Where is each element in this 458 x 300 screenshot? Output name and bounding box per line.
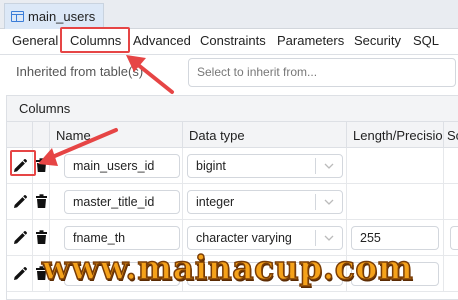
columns-tab-highlight: [60, 27, 130, 53]
inherit-label: Inherited from table(s): [16, 64, 144, 79]
header-length: Length/Precision: [347, 122, 444, 148]
header-delete-col: [33, 122, 50, 148]
header-data-type: Data type: [183, 122, 347, 148]
data-type-select[interactable]: bigint: [187, 154, 343, 178]
object-tab-label: main_users: [28, 9, 96, 24]
chevron-down-icon: [324, 163, 334, 169]
trash-icon[interactable]: [36, 194, 47, 208]
tab-sql[interactable]: SQL: [413, 33, 439, 48]
scale-input[interactable]: [450, 226, 458, 250]
chevron-down-icon: [324, 199, 334, 205]
length-cell[interactable]: [347, 184, 444, 220]
edit-icon[interactable]: [12, 230, 28, 246]
data-type-value: integer: [196, 195, 235, 209]
header-scale: Sc: [444, 122, 458, 148]
column-name-input[interactable]: main_users_id: [64, 154, 180, 178]
trash-icon[interactable]: [36, 158, 47, 172]
data-type-value: character varying: [196, 231, 292, 245]
tab-advanced[interactable]: Advanced: [133, 33, 191, 48]
data-type-select[interactable]: character varying: [187, 226, 343, 250]
data-type-select[interactable]: integer: [187, 190, 343, 214]
object-tab[interactable]: main_users: [4, 3, 105, 29]
table-row: master_title_id integer: [7, 184, 458, 220]
length-input[interactable]: 255: [351, 226, 439, 250]
table-icon: [11, 11, 24, 22]
header-name: Name: [50, 122, 183, 148]
length-cell[interactable]: [347, 148, 444, 184]
grid-title: Columns: [7, 96, 458, 122]
edit-icon[interactable]: [12, 266, 28, 282]
data-type-value: bigint: [196, 159, 226, 173]
chevron-down-icon: [324, 235, 334, 241]
column-name-input[interactable]: fname_th: [64, 226, 180, 250]
table-row: main_users_id bigint: [7, 148, 458, 184]
tab-constraints[interactable]: Constraints: [200, 33, 266, 48]
column-name-input[interactable]: master_title_id: [64, 190, 180, 214]
tab-general[interactable]: General: [12, 33, 58, 48]
trash-icon[interactable]: [36, 230, 47, 244]
edit-icon-highlight: [10, 150, 36, 176]
watermark: www.mainacup.com: [41, 247, 414, 288]
title-bar: main_users: [0, 0, 458, 29]
header-edit-col: [7, 122, 33, 148]
tab-parameters[interactable]: Parameters: [277, 33, 344, 48]
inherit-select[interactable]: Select to inherit from...: [188, 58, 456, 87]
edit-icon[interactable]: [12, 194, 28, 210]
tab-security[interactable]: Security: [354, 33, 401, 48]
